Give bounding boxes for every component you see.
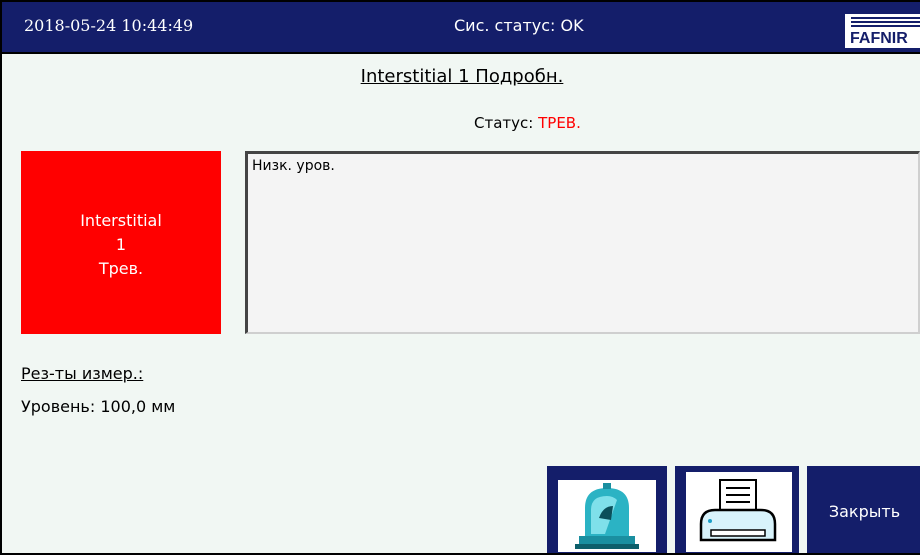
measurements-title: Рез-ты измер.: (21, 364, 144, 383)
status-label: Статус: (474, 114, 534, 132)
alarm-tile-number: 1 (115, 235, 127, 254)
printer-icon (686, 472, 792, 552)
alarm-tile-name: Interstitial (80, 211, 162, 230)
system-status: Сис. статус: OK (454, 16, 584, 35)
logo-text: FAFNIR (850, 30, 908, 47)
page-title-wrap: Interstitial 1 Подробн. (2, 66, 920, 87)
alarm-tile: Interstitial 1 Трев. (21, 151, 221, 334)
page-title: Interstitial 1 Подробн. (360, 66, 564, 87)
close-button[interactable]: Закрыть (807, 466, 920, 553)
print-button[interactable] (675, 466, 799, 553)
message-text: Низк. уров. (252, 158, 335, 174)
message-box[interactable]: Низк. уров. (245, 151, 920, 334)
level-reading: Уровень: 100,0 мм (21, 397, 176, 416)
datetime: 2018-05-24 10:44:49 (24, 16, 194, 35)
top-bar: 2018-05-24 10:44:49 Сис. статус: OK FAFN… (2, 2, 920, 54)
fafnir-logo: FAFNIR (845, 14, 920, 48)
status-value: ТРЕВ. (538, 114, 581, 132)
alarm-tile-state: Трев. (98, 259, 144, 278)
alarm-siren-button[interactable] (547, 466, 667, 553)
screen-frame: 2018-05-24 10:44:49 Сис. статус: OK FAFN… (0, 0, 920, 555)
siren-icon (558, 480, 656, 552)
status-line: Статус: ТРЕВ. (474, 114, 581, 132)
